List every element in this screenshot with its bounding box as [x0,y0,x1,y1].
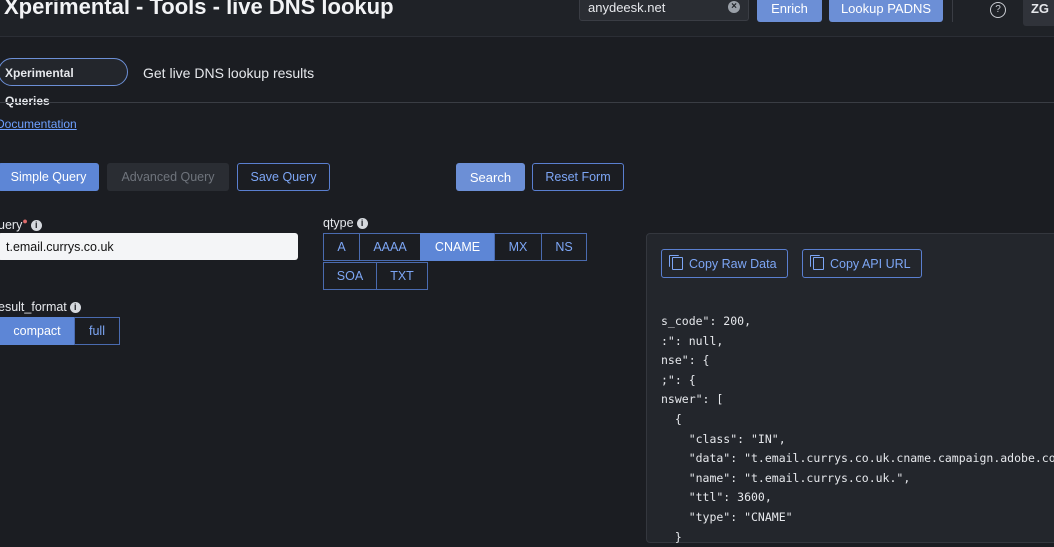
json-line: s_code": 200, [661,314,752,328]
qtype-option-mx[interactable]: MX [494,233,542,261]
result-format-label: esult_format i [0,300,81,314]
header-divider [952,0,953,22]
xperimental-queries-tag: Xperimental Queries [0,58,128,108]
result-format-label-text: esult_format [0,300,67,314]
qtype-option-soa[interactable]: SOA [323,262,377,290]
copy-icon [810,255,824,270]
result-format-selector: compact full [0,317,120,345]
copy-icon [669,255,683,270]
result-panel: Copy Raw Data Copy API URL s_code": 200,… [646,233,1054,544]
search-box[interactable]: × [579,0,749,21]
json-line: ;": { [661,372,696,387]
lookup-padns-button[interactable]: Lookup PADNS [829,0,943,22]
copy-raw-data-button[interactable]: Copy Raw Data [661,249,788,278]
enrich-button[interactable]: Enrich [757,0,822,22]
json-line: "class": "IN", [661,431,786,446]
json-line: "type": "CNAME" [661,509,793,524]
search-button[interactable]: Search [456,163,525,191]
page-title: Xperimental - Tools - live DNS lookup [4,0,394,19]
json-line: nswer": [ [661,392,724,407]
result-format-compact[interactable]: compact [0,317,75,345]
question-circle-icon[interactable]: ? [990,2,1006,18]
top-bar: Xperimental - Tools - live DNS lookup × … [0,0,1054,37]
copy-api-url-label: Copy API URL [830,256,911,271]
query-label: uery● i [0,216,42,232]
info-icon[interactable]: i [30,220,42,232]
qtype-option-aaaa[interactable]: AAAA [359,233,421,261]
required-marker: ● [22,216,28,226]
save-query-button[interactable]: Save Query [237,163,330,191]
qtype-option-ns[interactable]: NS [541,233,587,261]
query-input[interactable] [0,233,298,260]
reset-form-button[interactable]: Reset Form [532,163,624,191]
search-input[interactable] [588,0,718,15]
qtype-selector-row1: A AAAA CNAME MX NS [323,233,587,261]
json-line: } [661,529,682,544]
info-icon[interactable]: i [356,218,368,230]
copy-raw-data-label: Copy Raw Data [689,256,777,271]
json-line: { [661,411,682,426]
advanced-query-tab[interactable]: Advanced Query [107,163,229,191]
clear-icon[interactable]: × [728,1,740,13]
json-line: nse": { [661,353,710,368]
qtype-option-cname[interactable]: CNAME [420,233,495,261]
info-icon[interactable]: i [69,302,81,314]
query-label-text: uery [0,218,23,233]
json-line: "name": "t.email.currys.co.uk.", [661,470,911,485]
qtype-label: qtype i [323,216,368,230]
qtype-option-a[interactable]: A [323,233,360,261]
copy-api-url-button[interactable]: Copy API URL [802,249,922,278]
qtype-label-text: qtype [323,216,354,230]
page-subtitle: Get live DNS lookup results [143,65,315,81]
section-divider [0,102,1054,103]
json-output: s_code": 200, :": null, nse": { ;": { nswer"… [661,312,1054,547]
avatar[interactable]: ZG [1023,0,1054,26]
result-format-full[interactable]: full [74,317,120,345]
simple-query-tab[interactable]: Simple Query [0,163,99,191]
qtype-selector-row2: SOA TXT [323,262,428,290]
qtype-option-txt[interactable]: TXT [376,262,428,290]
json-line: "data": "t.email.currys.co.uk.cname.camp… [661,451,1054,466]
json-line: "ttl": 3600, [661,490,772,505]
json-line: :": null, [661,333,724,348]
documentation-link[interactable]: Documentation [0,117,77,131]
